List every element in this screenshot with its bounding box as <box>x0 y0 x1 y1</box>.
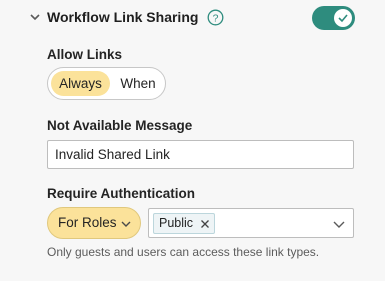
chevron-down-icon[interactable] <box>28 10 42 24</box>
option-when[interactable]: When <box>114 71 162 96</box>
check-icon <box>338 14 348 23</box>
role-tag-label: Public <box>159 216 194 230</box>
svg-text:?: ? <box>213 12 219 24</box>
not-available-message-input[interactable]: Invalid Shared Link <box>47 140 354 169</box>
section-header: Workflow Link Sharing ? <box>28 6 358 30</box>
section-title: Workflow Link Sharing <box>47 9 199 25</box>
roles-multiselect[interactable]: Public <box>148 208 354 238</box>
chevron-down-icon <box>121 221 131 227</box>
sharing-toggle[interactable] <box>312 6 355 30</box>
close-icon[interactable] <box>200 219 210 229</box>
require-authentication-label: Require Authentication <box>47 186 196 201</box>
dropdown-value: For Roles <box>58 215 117 230</box>
require-authentication-dropdown[interactable]: For Roles <box>47 207 141 239</box>
option-always[interactable]: Always <box>51 71 110 96</box>
authentication-help-text: Only guests and users can access these l… <box>47 245 320 259</box>
allow-links-segmented-control: Always When <box>47 67 166 100</box>
question-circle-icon[interactable]: ? <box>207 9 224 26</box>
chevron-down-icon[interactable] <box>332 217 346 231</box>
allow-links-label: Allow Links <box>47 47 123 62</box>
role-tag: Public <box>153 213 215 234</box>
not-available-message-label: Not Available Message <box>47 118 193 133</box>
